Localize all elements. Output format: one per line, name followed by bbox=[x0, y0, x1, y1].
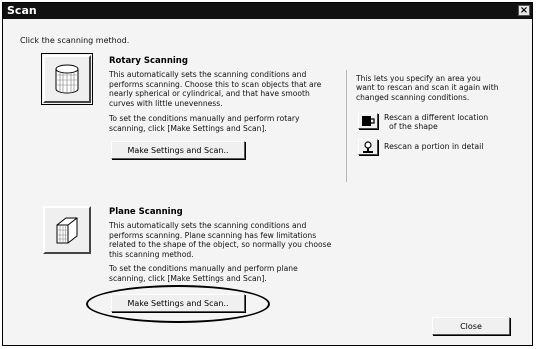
desc-line: This automatically sets the scanning con… bbox=[109, 70, 307, 79]
desc-line: scanning, click [Make Settings and Scan]… bbox=[109, 123, 267, 133]
plane-scanning-heading: Plane Scanning bbox=[109, 207, 183, 217]
desc-line: To set the conditions manually and perfo… bbox=[109, 114, 300, 123]
rotary-scanning-description: This automatically sets the scanning con… bbox=[109, 70, 321, 108]
rescan-detail-label: Rescan a portion in detail bbox=[384, 142, 484, 151]
detail-portion-icon bbox=[363, 141, 373, 153]
rescan-detail-button[interactable] bbox=[358, 139, 378, 155]
rescan-description: This lets you specify an area you want t… bbox=[356, 74, 516, 102]
desc-line: scanning, click [Make Settings and Scan]… bbox=[109, 273, 267, 283]
close-button[interactable]: Close bbox=[432, 317, 510, 335]
desc-line: nearly spherical or cylindrical, and tha… bbox=[109, 89, 310, 99]
desc-line: performs scanning. Choose this to scan o… bbox=[109, 79, 322, 89]
desc-line: This lets you specify an area you bbox=[356, 74, 481, 83]
desc-line: want to rescan and scan it again with bbox=[356, 83, 499, 93]
title-bar: Scan × bbox=[3, 3, 532, 19]
desc-line: changed scanning conditions. bbox=[356, 92, 470, 102]
desc-line: This automatically sets the scanning con… bbox=[109, 221, 307, 230]
rescan-location-button[interactable] bbox=[358, 113, 378, 129]
desc-line: related to the shape of the object, so n… bbox=[109, 240, 332, 250]
desc-line: this scanning method. bbox=[109, 249, 194, 259]
rotary-make-settings-button[interactable]: Make Settings and Scan.. bbox=[111, 141, 245, 159]
desc-line: To set the conditions manually and perfo… bbox=[109, 264, 298, 273]
label-line: of the shape bbox=[389, 122, 438, 132]
cylinder-icon bbox=[55, 64, 79, 94]
label-line: Rescan a different location bbox=[384, 113, 489, 122]
plane-scanning-description: This automatically sets the scanning con… bbox=[109, 221, 331, 259]
desc-line: performs scanning. Plane scanning has fe… bbox=[109, 230, 317, 240]
desc-line: curves with little unevenness. bbox=[109, 98, 223, 108]
shape-location-icon bbox=[362, 116, 375, 126]
highlight-ellipse bbox=[86, 285, 270, 323]
rotary-scanning-heading: Rotary Scanning bbox=[109, 56, 188, 66]
rotary-manual-text: To set the conditions manually and perfo… bbox=[109, 114, 300, 133]
rescan-location-label: Rescan a different location of the shape bbox=[384, 113, 488, 132]
scan-dialog: Scan × bbox=[2, 2, 533, 346]
plane-scanning-button[interactable] bbox=[43, 206, 91, 254]
instruction-text: Click the scanning method. bbox=[20, 36, 130, 45]
rotary-scanning-button[interactable] bbox=[41, 53, 93, 105]
vertical-divider bbox=[346, 70, 347, 182]
close-icon[interactable]: × bbox=[518, 5, 530, 16]
plane-manual-text: To set the conditions manually and perfo… bbox=[109, 264, 298, 283]
window-title: Scan bbox=[7, 4, 37, 17]
box-icon bbox=[56, 217, 78, 244]
